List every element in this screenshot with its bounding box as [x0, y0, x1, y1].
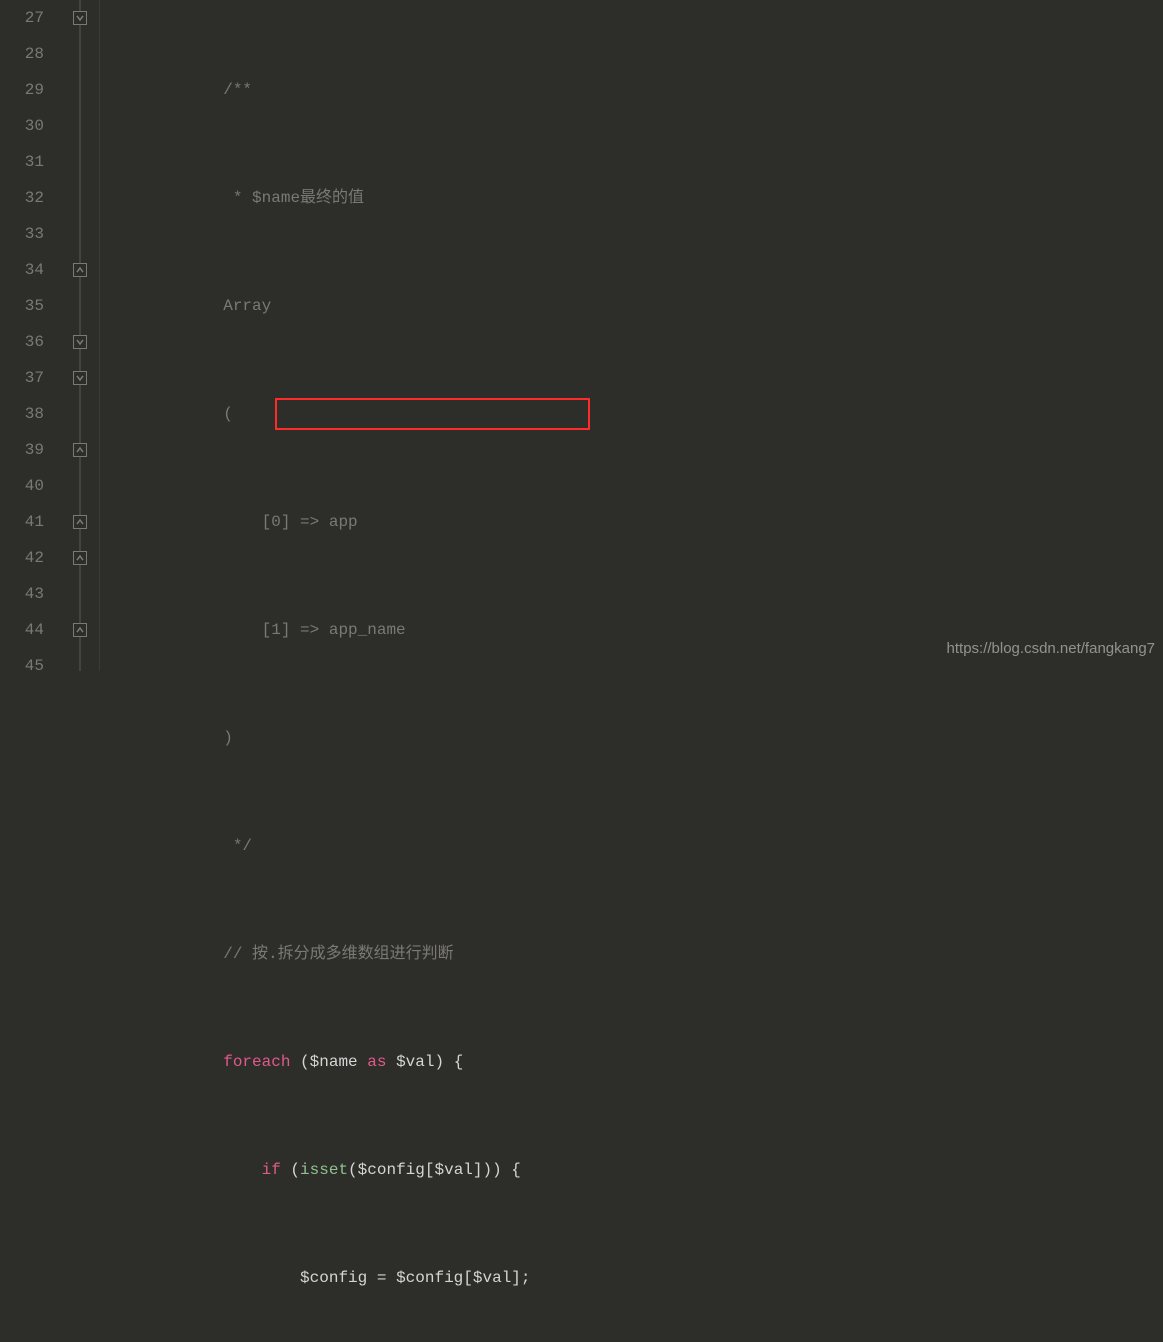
line-number: 32 — [0, 180, 44, 216]
comment-token: ( — [223, 396, 233, 432]
line-number: 34 — [0, 252, 44, 288]
line-number: 29 — [0, 72, 44, 108]
code-line: Array — [108, 288, 1163, 324]
keyword-token: if — [262, 1152, 281, 1188]
line-number: 31 — [0, 144, 44, 180]
variable-token: $config — [358, 1152, 425, 1188]
comment-token: Array — [223, 288, 271, 324]
comment-token: [0] => app — [262, 504, 358, 540]
variable-token: $val — [396, 1044, 434, 1080]
code-line: /** — [108, 72, 1163, 108]
comment-token: [1] => app_name — [262, 612, 406, 648]
line-number: 38 — [0, 396, 44, 432]
variable-token: $config — [300, 1260, 367, 1296]
fold-expand-end-icon[interactable] — [73, 551, 87, 565]
fold-expand-end-icon[interactable] — [73, 443, 87, 457]
fold-expand-end-icon[interactable] — [73, 623, 87, 637]
line-number: 40 — [0, 468, 44, 504]
fold-collapse-icon[interactable] — [73, 335, 87, 349]
code-line: ) — [108, 720, 1163, 756]
variable-token: $config — [396, 1260, 463, 1296]
line-number: 45 — [0, 648, 44, 684]
code-area[interactable]: /** * $name最终的值 Array ( [0] => app [1] =… — [100, 0, 1163, 671]
code-line: * $name最终的值 — [108, 180, 1163, 216]
comment-token: ) — [223, 720, 233, 756]
function-token: isset — [300, 1152, 348, 1188]
fold-collapse-icon[interactable] — [73, 371, 87, 385]
line-number: 41 — [0, 504, 44, 540]
line-number: 43 — [0, 576, 44, 612]
comment-token: // 按.拆分成多维数组进行判断 — [223, 936, 453, 972]
line-number: 33 — [0, 216, 44, 252]
comment-token: $name — [252, 180, 300, 216]
line-number: 35 — [0, 288, 44, 324]
code-line: if (isset($config[$val])) { — [108, 1152, 1163, 1188]
code-line: foreach ($name as $val) { — [108, 1044, 1163, 1080]
line-number: 37 — [0, 360, 44, 396]
variable-token: $val — [434, 1152, 472, 1188]
line-number: 42 — [0, 540, 44, 576]
code-line: $config = $config[$val]; — [108, 1260, 1163, 1296]
line-number: 39 — [0, 432, 44, 468]
code-line: */ — [108, 828, 1163, 864]
line-number: 27 — [0, 0, 44, 36]
watermark-text: https://blog.csdn.net/fangkang7 — [947, 631, 1155, 667]
code-editor: 27 28 29 30 31 32 33 34 35 36 37 38 39 4… — [0, 0, 1163, 671]
comment-token: * — [233, 180, 252, 216]
code-line: // 按.拆分成多维数组进行判断 — [108, 936, 1163, 972]
line-number-gutter: 27 28 29 30 31 32 33 34 35 36 37 38 39 4… — [0, 0, 60, 671]
fold-expand-end-icon[interactable] — [73, 515, 87, 529]
line-number: 28 — [0, 36, 44, 72]
fold-expand-end-icon[interactable] — [73, 263, 87, 277]
variable-token: $name — [310, 1044, 358, 1080]
code-line: [0] => app — [108, 504, 1163, 540]
comment-token: /** — [223, 72, 252, 108]
line-number: 30 — [0, 108, 44, 144]
comment-token: 最终的值 — [300, 180, 364, 216]
line-number: 36 — [0, 324, 44, 360]
keyword-token: as — [367, 1044, 386, 1080]
code-line: ( — [108, 396, 1163, 432]
keyword-token: foreach — [223, 1044, 290, 1080]
variable-token: $val — [473, 1260, 511, 1296]
line-number: 44 — [0, 612, 44, 648]
fold-collapse-icon[interactable] — [73, 11, 87, 25]
fold-gutter — [60, 0, 100, 671]
comment-token: */ — [233, 828, 252, 864]
